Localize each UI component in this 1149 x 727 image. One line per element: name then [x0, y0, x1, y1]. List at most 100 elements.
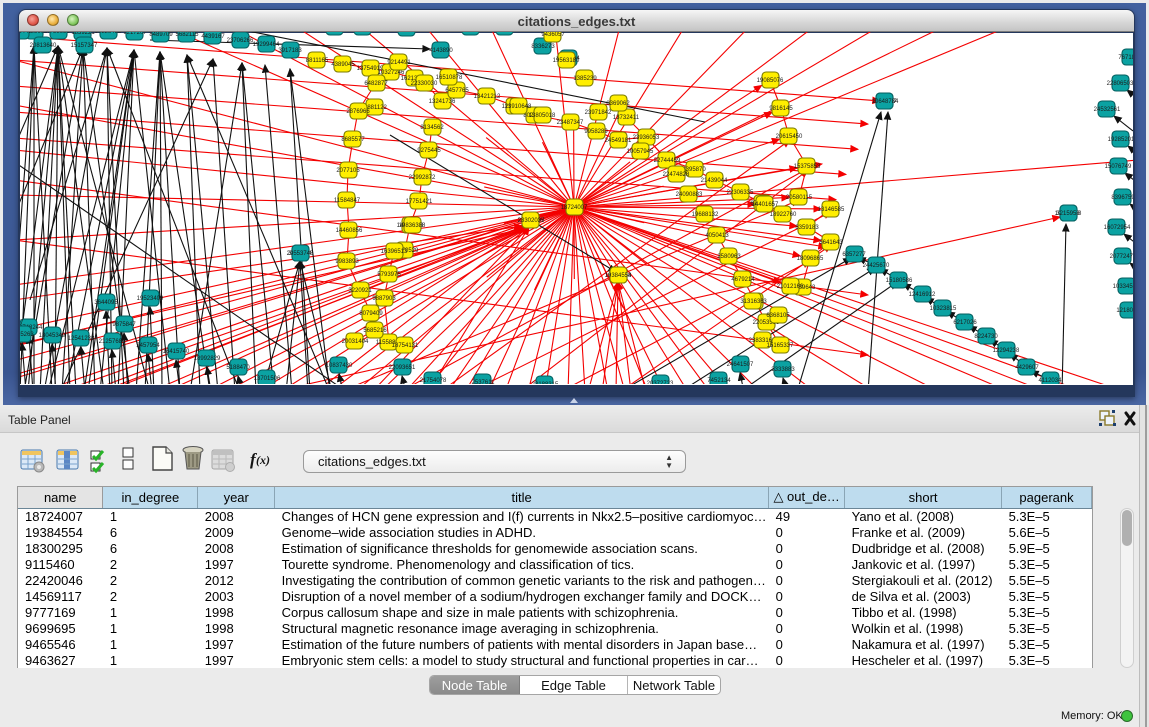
- svg-text:9436057: 9436057: [541, 32, 565, 38]
- svg-text:23302035: 23302035: [518, 218, 545, 224]
- svg-text:14401657: 14401657: [752, 202, 779, 208]
- svg-text:2876966: 2876966: [346, 109, 370, 115]
- svg-text:15375853: 15375853: [794, 164, 821, 170]
- svg-text:18992829: 18992829: [194, 356, 221, 362]
- svg-text:19285201: 19285201: [1108, 137, 1133, 143]
- svg-text:13805018: 13805018: [529, 113, 556, 119]
- svg-text:10057945: 10057945: [627, 149, 654, 155]
- svg-text:15165337: 15165337: [767, 343, 794, 349]
- svg-text:17751421: 17751421: [406, 199, 433, 205]
- svg-text:20580115: 20580115: [786, 195, 813, 201]
- svg-text:19836388: 19836388: [399, 223, 426, 229]
- svg-text:3220921: 3220921: [348, 288, 372, 294]
- svg-text:4429607: 4429607: [1015, 365, 1039, 371]
- svg-text:20615450: 20615450: [776, 134, 803, 140]
- svg-text:10228452: 10228452: [95, 32, 122, 35]
- svg-text:4050413: 4050413: [705, 233, 729, 239]
- svg-text:19384554: 19384554: [605, 273, 632, 279]
- svg-text:8396759: 8396759: [1111, 195, 1133, 201]
- svg-text:20553746: 20553746: [287, 251, 314, 257]
- svg-text:1839221: 1839221: [71, 32, 95, 36]
- svg-text:21012166: 21012166: [777, 284, 804, 290]
- svg-text:10837430: 10837430: [326, 363, 353, 369]
- svg-text:(x): (x): [256, 453, 270, 467]
- svg-text:24425670: 24425670: [863, 263, 890, 269]
- svg-text:3644095: 3644095: [94, 300, 118, 306]
- svg-text:19299464: 19299464: [253, 42, 280, 48]
- svg-text:12416912: 12416912: [909, 292, 936, 298]
- svg-text:5188470: 5188470: [226, 365, 250, 371]
- svg-text:9887903: 9887903: [372, 296, 396, 302]
- svg-text:20772475: 20772475: [1110, 254, 1133, 260]
- svg-text:15180586: 15180586: [886, 278, 913, 284]
- svg-text:21439044: 21439044: [701, 178, 728, 184]
- svg-text:4439167: 4439167: [201, 34, 225, 40]
- svg-text:12541238: 12541238: [68, 336, 95, 342]
- svg-text:9217207: 9217207: [123, 32, 147, 36]
- svg-text:20813640: 20813640: [30, 43, 57, 49]
- svg-text:6482877: 6482877: [364, 81, 388, 87]
- svg-text:9983893: 9983893: [335, 259, 359, 265]
- svg-text:18922760: 18922760: [770, 212, 797, 218]
- svg-text:10334531: 10334531: [1113, 284, 1133, 290]
- svg-text:3131636: 3131636: [740, 299, 764, 305]
- svg-text:24641507: 24641507: [727, 362, 754, 368]
- svg-text:16415740: 16415740: [163, 349, 190, 355]
- svg-text:8489709: 8489709: [149, 32, 173, 38]
- svg-text:9275445: 9275445: [417, 148, 441, 154]
- svg-text:23971842: 23971842: [585, 110, 612, 116]
- svg-text:16510878: 16510878: [436, 75, 463, 81]
- svg-text:24549181: 24549181: [605, 138, 632, 144]
- svg-text:22992872: 22992872: [409, 175, 436, 181]
- svg-text:16072954: 16072954: [1104, 225, 1131, 231]
- svg-text:3333883: 3333883: [771, 367, 795, 373]
- svg-text:8336273: 8336273: [531, 44, 555, 50]
- svg-text:1385239: 1385239: [573, 76, 597, 82]
- svg-text:9958289: 9958289: [584, 129, 608, 135]
- svg-text:2066449: 2066449: [20, 32, 32, 35]
- svg-text:19563180: 19563180: [553, 58, 580, 64]
- svg-text:20031404: 20031404: [342, 339, 369, 345]
- svg-text:2077105: 2077105: [336, 168, 360, 174]
- svg-text:2580963: 2580963: [717, 254, 741, 260]
- svg-text:1218062: 1218062: [1116, 308, 1133, 314]
- svg-text:8685577: 8685577: [341, 137, 365, 143]
- svg-text:15076749: 15076749: [1105, 164, 1132, 170]
- svg-text:8369062: 8369062: [606, 101, 630, 107]
- svg-text:21257684: 21257684: [99, 339, 126, 345]
- svg-text:23487347: 23487347: [557, 120, 584, 126]
- svg-text:13732411: 13732411: [613, 115, 640, 121]
- svg-text:4679214: 4679214: [731, 277, 755, 283]
- svg-text:12294238: 12294238: [993, 348, 1020, 354]
- svg-text:23936053: 23936053: [633, 135, 660, 141]
- svg-text:22306335: 22306335: [727, 190, 754, 196]
- svg-text:19688132: 19688132: [692, 212, 719, 218]
- svg-text:4735650: 4735650: [46, 32, 70, 35]
- svg-text:7452134: 7452134: [707, 378, 731, 384]
- svg-text:22093651: 22093651: [389, 365, 416, 371]
- svg-text:19085076: 19085076: [757, 78, 784, 84]
- svg-text:4245263: 4245263: [20, 332, 34, 338]
- svg-text:24532561: 24532561: [1094, 107, 1121, 113]
- svg-text:5685216: 5685216: [363, 328, 387, 334]
- svg-text:23188315: 23188315: [532, 382, 559, 384]
- svg-text:10323815: 10323815: [930, 306, 957, 312]
- svg-text:15157347: 15157347: [71, 43, 98, 49]
- svg-text:8811165: 8811165: [306, 58, 329, 64]
- svg-text:18724007: 18724007: [561, 205, 588, 211]
- svg-text:13910648: 13910648: [505, 104, 532, 110]
- svg-text:4112034: 4112034: [1039, 378, 1063, 384]
- svg-text:11584847: 11584847: [334, 198, 361, 204]
- svg-text:13241736: 13241736: [429, 99, 456, 105]
- svg-text:2537611: 2537611: [472, 380, 496, 384]
- svg-text:5682115: 5682115: [176, 32, 200, 38]
- svg-text:18754131: 18754131: [392, 343, 419, 349]
- svg-text:20372723: 20372723: [647, 381, 674, 384]
- svg-text:2457954: 2457954: [136, 343, 160, 349]
- svg-text:4143890: 4143890: [429, 48, 453, 54]
- svg-text:4389045: 4389045: [331, 62, 355, 68]
- svg-text:21754078: 21754078: [420, 378, 447, 384]
- svg-text:19523409: 19523409: [137, 296, 164, 302]
- svg-text:23706266: 23706266: [227, 38, 254, 44]
- svg-text:3917183: 3917183: [278, 48, 302, 54]
